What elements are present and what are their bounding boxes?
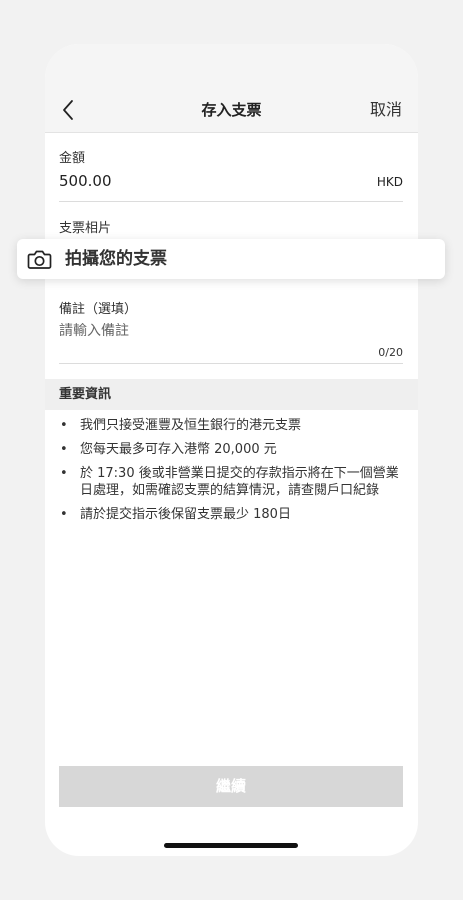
amount-label: 金額	[59, 151, 86, 166]
camera-icon	[27, 250, 52, 269]
take-cheque-photo-button[interactable]: 拍攝您的支票	[17, 239, 445, 279]
phone-screen: 存入支票 取消 金額 500.00 HKD 支票相片 備註（選填） 0/20 重…	[45, 44, 418, 856]
list-item: • 我們只接受滙豐及恒生銀行的港元支票	[45, 417, 418, 434]
bullet: •	[60, 442, 68, 457]
remarks-input[interactable]	[59, 323, 403, 339]
bullet: •	[60, 418, 68, 433]
cancel-button[interactable]: 取消	[370, 88, 402, 132]
remarks-char-counter: 0/20	[378, 346, 403, 359]
list-item-text: 我們只接受滙豐及恒生銀行的港元支票	[80, 418, 302, 433]
take-photo-label: 拍攝您的支票	[65, 249, 167, 269]
remarks-label: 備註（選填）	[59, 302, 138, 317]
cheque-photo-label: 支票相片	[59, 221, 112, 236]
remarks-divider	[59, 363, 403, 364]
list-item-text: 請於提交指示後保留支票最少 180日	[80, 507, 291, 522]
bullet: •	[60, 466, 68, 481]
status-bar	[45, 44, 418, 88]
page-title: 存入支票	[201, 101, 262, 119]
currency-label: HKD	[376, 175, 403, 189]
home-indicator	[164, 843, 298, 848]
important-info-title: 重要資訊	[59, 387, 112, 402]
important-info-header: 重要資訊	[45, 379, 418, 410]
amount-divider	[59, 201, 403, 202]
continue-button[interactable]: 繼續	[59, 766, 403, 807]
list-item-text: 您每天最多可存入港幣 20,000 元	[80, 442, 277, 457]
bullet: •	[60, 507, 68, 522]
list-item: • 請於提交指示後保留支票最少 180日	[45, 506, 418, 523]
list-item-text: 於 17:30 後或非營業日提交的存款指示將在下一個營業日處理，如需確認支票的結…	[80, 466, 399, 498]
list-item: • 於 17:30 後或非營業日提交的存款指示將在下一個營業日處理，如需確認支票…	[45, 465, 418, 499]
important-info-list: • 我們只接受滙豐及恒生銀行的港元支票 • 您每天最多可存入港幣 20,000 …	[45, 417, 418, 530]
amount-value[interactable]: 500.00	[59, 172, 112, 190]
list-item: • 您每天最多可存入港幣 20,000 元	[45, 441, 418, 458]
navigation-bar: 存入支票 取消	[45, 88, 418, 133]
